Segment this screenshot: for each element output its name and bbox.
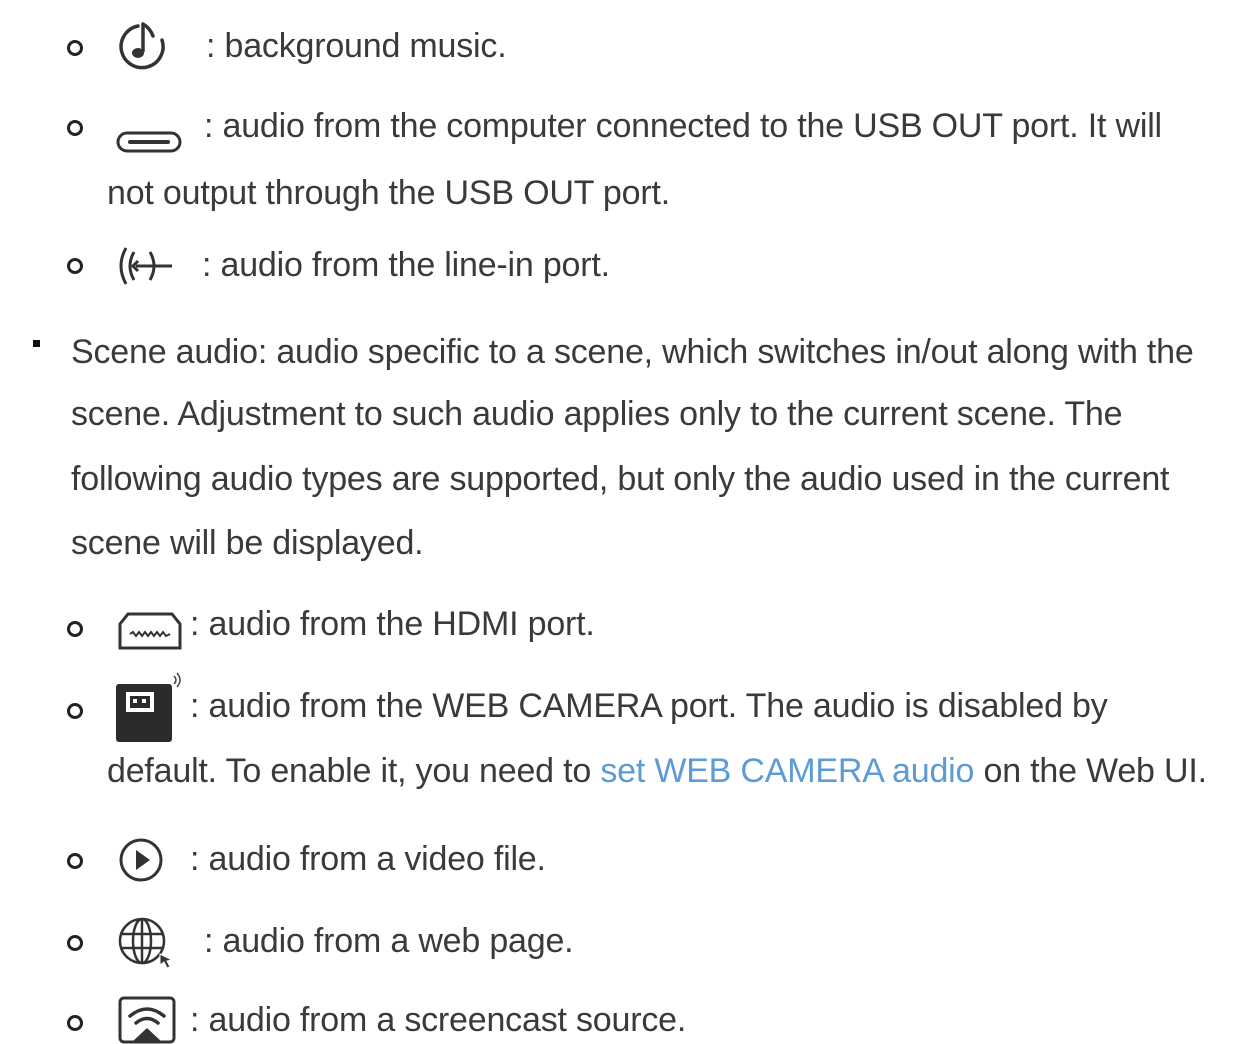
list-bullet [67,120,83,136]
background-music-text: : background music. [206,27,507,65]
list-bullet [67,1015,83,1031]
line-in-icon [119,247,172,285]
web-camera-text-line1: : audio from the WEB CAMERA port. The au… [190,687,1108,725]
hdmi-text: : audio from the HDMI port. [190,605,595,643]
list-bullet [67,40,83,56]
line-in-text: : audio from the line-in port. [202,246,610,284]
web-camera-text-before-link: default. To enable it, you need to [107,752,601,790]
web-camera-text-after-link: on the Web UI. [974,752,1207,790]
play-icon [119,838,163,882]
scene-audio-line3: following audio types are supported, but… [71,460,1170,498]
scene-audio-line1: Scene audio: audio specific to a scene, … [71,333,1194,371]
web-camera-text-line2: default. To enable it, you need to set W… [107,754,1207,788]
video-file-text: : audio from a video file. [190,840,546,878]
web-page-text: : audio from a web page. [204,922,574,960]
globe-icon [118,917,174,968]
scene-audio-line4: scene will be displayed. [71,524,424,562]
list-bullet [67,853,83,869]
usb-out-text-line2: not output through the USB OUT port. [107,174,670,212]
list-bullet [67,258,83,274]
usb-c-port-icon [116,131,182,153]
web-camera-icon [116,672,181,742]
list-bullet [67,703,83,719]
screencast-text: : audio from a screencast source. [190,1001,687,1039]
screencast-icon [118,996,176,1044]
list-bullet-square [33,340,40,347]
usb-out-text-line1: : audio from the computer connected to t… [204,107,1162,145]
set-web-camera-audio-link[interactable]: set WEB CAMERA audio [600,752,974,790]
music-note-icon [119,22,165,70]
list-bullet [67,621,83,637]
scene-audio-line2: scene. Adjustment to such audio applies … [71,395,1123,433]
list-bullet [67,935,83,951]
hdmi-port-icon [118,612,182,650]
